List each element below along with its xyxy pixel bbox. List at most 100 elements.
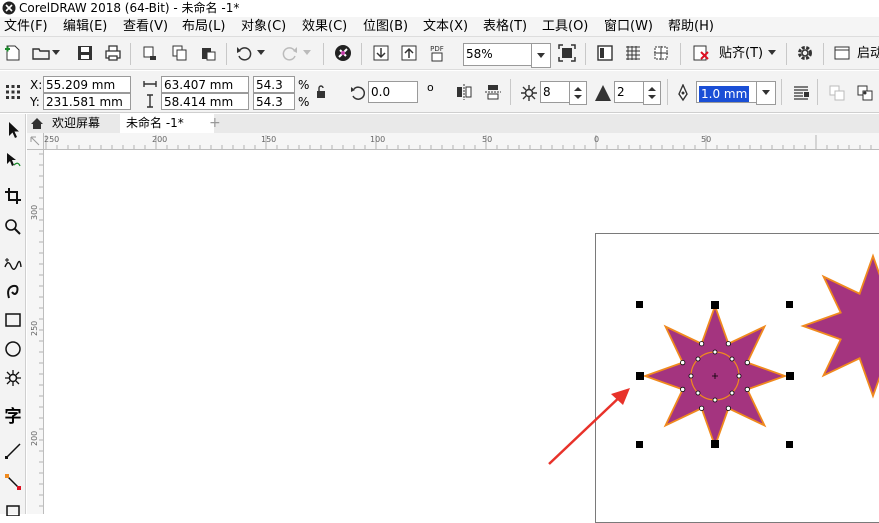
new-document-icon[interactable] <box>2 42 24 64</box>
ruler-tick-label: 200 <box>152 135 168 144</box>
options-gear-icon[interactable] <box>794 42 816 64</box>
toolbar-separator <box>667 79 668 105</box>
copy-icon[interactable] <box>169 42 191 64</box>
menu-view[interactable]: 查看(V) <box>123 19 168 35</box>
scale-width-field[interactable]: 54.3 <box>253 76 295 93</box>
menu-effects[interactable]: 效果(C) <box>302 19 347 35</box>
crop-tool-icon[interactable] <box>2 185 24 207</box>
width-icon <box>141 75 159 92</box>
import-icon[interactable] <box>370 42 392 64</box>
ruler-tick-label: 50 <box>482 135 493 144</box>
lock-ratio-icon[interactable] <box>312 83 330 101</box>
outline-width-value: 1.0 mm <box>699 86 750 102</box>
scale-height-field[interactable]: 54.3 <box>253 93 295 110</box>
launch-icon[interactable] <box>831 42 853 64</box>
y-position-label: Y: <box>30 95 40 109</box>
star-points-icon <box>518 82 540 104</box>
height-icon <box>141 92 159 109</box>
snap-off-icon[interactable] <box>690 42 712 64</box>
paste-icon[interactable] <box>197 42 219 64</box>
convert-to-curves-icon[interactable] <box>826 82 848 104</box>
menu-file[interactable]: 文件(F) <box>4 19 48 35</box>
x-position-label: X: <box>30 78 43 92</box>
menu-table[interactable]: 表格(T) <box>483 19 527 35</box>
add-tab-button[interactable]: + <box>203 114 227 133</box>
menu-object[interactable]: 对象(C) <box>241 19 286 35</box>
points-spinner-icon[interactable] <box>569 81 587 105</box>
standard-toolbar: PDF 58% 贴齐(T) 启动 <box>0 37 879 70</box>
polygon-tool-icon[interactable] <box>2 367 24 389</box>
zoom-level-field[interactable]: 58% <box>463 43 533 66</box>
sharpness-spinner-icon[interactable] <box>643 81 661 105</box>
menu-layout[interactable]: 布局(L) <box>182 19 225 35</box>
show-guidelines-icon[interactable] <box>650 42 672 64</box>
artistic-media-icon[interactable] <box>2 280 24 302</box>
pdf-label: PDF <box>430 45 444 53</box>
y-position-field[interactable]: 231.581 mm <box>43 93 131 110</box>
x-position-field[interactable]: 55.209 mm <box>43 76 131 93</box>
rectangle-tool-icon[interactable] <box>2 309 24 331</box>
zoom-tool-icon[interactable] <box>2 216 24 238</box>
text-wrap-icon[interactable] <box>790 82 812 104</box>
star-sharpness-field[interactable]: 2 <box>614 81 644 103</box>
scale-width-percent: % <box>298 78 310 92</box>
menu-edit[interactable]: 编辑(E) <box>63 19 107 35</box>
toolbox: 字 <box>0 114 26 516</box>
toolbar-separator <box>786 43 787 65</box>
search-content-icon[interactable] <box>332 42 354 64</box>
tab-welcome[interactable]: 欢迎屏幕 <box>46 114 106 133</box>
redo-dropdown-icon[interactable] <box>301 42 313 64</box>
outline-width-field[interactable]: 1.0 mm <box>696 81 758 103</box>
horizontal-ruler[interactable]: 250 200 150 100 50 0 50 <box>44 133 879 150</box>
open-dropdown-icon[interactable] <box>50 42 62 64</box>
toolbar-separator <box>226 43 227 65</box>
snap-to-label[interactable]: 贴齐(T) <box>719 47 763 61</box>
ruler-tick-label: 50 <box>701 135 712 144</box>
full-screen-preview-icon[interactable] <box>594 42 616 64</box>
drop-shadow-tool-icon[interactable] <box>2 499 24 521</box>
print-icon[interactable] <box>102 42 124 64</box>
line-tool-icon[interactable] <box>2 440 24 462</box>
window-title: CorelDRAW 2018 (64-Bit) - 未命名 -1* <box>19 1 240 15</box>
undo-dropdown-icon[interactable] <box>255 42 267 64</box>
redo-icon[interactable] <box>279 42 301 64</box>
cut-icon[interactable] <box>139 42 161 64</box>
combine-icon[interactable] <box>854 82 876 104</box>
menu-help[interactable]: 帮助(H) <box>668 19 714 35</box>
menu-window[interactable]: 窗口(W) <box>604 19 653 35</box>
object-origin-icon[interactable] <box>2 81 24 103</box>
toolbar-separator <box>817 79 818 105</box>
mirror-horizontal-icon[interactable] <box>453 81 475 103</box>
connector-tool-icon[interactable] <box>2 471 24 493</box>
export-icon[interactable] <box>398 42 420 64</box>
text-tool-icon[interactable]: 字 <box>2 403 24 427</box>
show-grid-icon[interactable] <box>622 42 644 64</box>
menu-bitmaps[interactable]: 位图(B) <box>363 19 408 35</box>
outline-dropdown-icon[interactable] <box>756 81 776 105</box>
pick-tool-icon[interactable] <box>2 119 24 141</box>
freehand-tool-icon[interactable] <box>2 253 24 275</box>
width-field[interactable]: 63.407 mm <box>161 76 249 93</box>
star-points-field[interactable]: 8 <box>540 81 570 103</box>
ruler-origin[interactable] <box>27 133 44 150</box>
open-folder-icon[interactable] <box>30 42 52 64</box>
undo-icon[interactable] <box>233 42 255 64</box>
zoom-fit-icon[interactable] <box>556 42 578 64</box>
launch-label[interactable]: 启动 <box>857 47 879 61</box>
rotation-icon <box>347 82 369 104</box>
star-sharpness-icon <box>592 82 614 104</box>
menu-text[interactable]: 文本(X) <box>423 19 468 35</box>
rotation-field[interactable]: 0.0 <box>368 81 418 103</box>
tab-document[interactable]: 未命名 -1* <box>120 114 214 133</box>
ellipse-tool-icon[interactable] <box>2 338 24 360</box>
mirror-vertical-icon[interactable] <box>482 81 504 103</box>
menu-tools[interactable]: 工具(O) <box>542 19 588 35</box>
zoom-dropdown-icon[interactable] <box>531 43 551 68</box>
home-icon[interactable] <box>27 114 47 133</box>
snap-dropdown-icon[interactable] <box>766 42 778 64</box>
vertical-ruler[interactable]: 300 250 200 <box>27 150 44 514</box>
save-icon[interactable] <box>74 42 96 64</box>
publish-pdf-icon[interactable]: PDF <box>426 42 448 64</box>
height-field[interactable]: 58.414 mm <box>161 93 249 110</box>
shape-tool-icon[interactable] <box>2 149 24 171</box>
